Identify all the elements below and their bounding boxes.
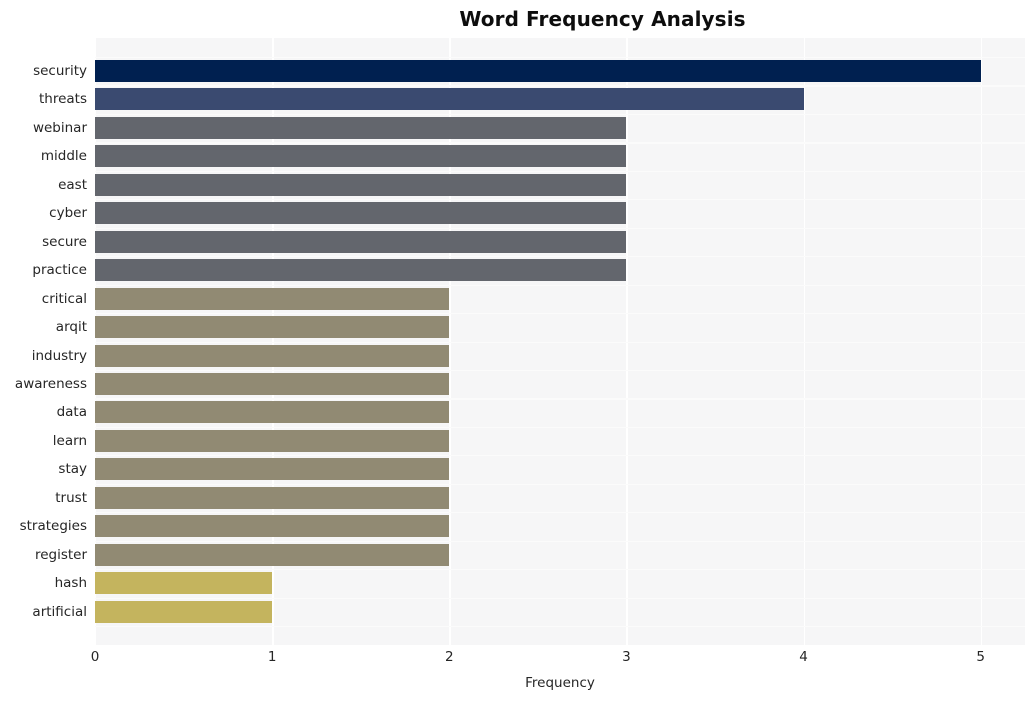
page-title: Word Frequency Analysis bbox=[459, 7, 746, 31]
y-axis-tick-label: industry bbox=[31, 347, 87, 364]
y-axis-tick-label: secure bbox=[42, 233, 87, 250]
bar[interactable] bbox=[95, 572, 273, 595]
y-axis-tick-label: security bbox=[33, 63, 87, 79]
bar[interactable] bbox=[95, 316, 450, 339]
y-axis-tick-label: cyber bbox=[49, 205, 87, 222]
bar[interactable] bbox=[95, 401, 450, 424]
bar[interactable] bbox=[95, 600, 273, 623]
y-axis-tick-label: webinar bbox=[32, 119, 87, 136]
y-axis-tick-label: awareness bbox=[14, 375, 87, 392]
bar[interactable] bbox=[95, 543, 450, 566]
y-axis-tick-label: trust bbox=[55, 489, 87, 506]
bar[interactable] bbox=[95, 259, 627, 282]
x-axis-title: Frequency bbox=[525, 675, 595, 691]
x-axis-tick-label: 0 bbox=[90, 649, 100, 665]
y-axis-tick-label: data bbox=[56, 404, 87, 421]
bar[interactable] bbox=[95, 60, 981, 82]
y-axis-tick-label: east bbox=[58, 176, 87, 193]
y-axis-tick-label: hash bbox=[54, 575, 87, 592]
bar[interactable] bbox=[95, 145, 627, 168]
x-axis-tick-label: 3 bbox=[622, 649, 631, 665]
y-axis-tick-label: critical bbox=[41, 290, 87, 307]
bar[interactable] bbox=[95, 372, 450, 395]
bar[interactable] bbox=[95, 458, 450, 481]
x-axis-tick-label: 4 bbox=[799, 649, 808, 665]
y-axis-tick-label: threats bbox=[38, 91, 87, 108]
bar[interactable] bbox=[95, 116, 627, 139]
bar[interactable] bbox=[95, 88, 804, 111]
bar[interactable] bbox=[95, 173, 627, 196]
bar[interactable] bbox=[95, 486, 450, 509]
y-axis-tick-label: arqit bbox=[55, 319, 87, 336]
y-axis-tick-labels: security threats webinar middle east cyber sec… bbox=[0, 38, 87, 645]
x-axis-tick-label: 1 bbox=[267, 649, 277, 665]
bar[interactable] bbox=[95, 344, 450, 367]
bar[interactable] bbox=[95, 287, 450, 310]
y-axis-tick-label: middle bbox=[40, 148, 87, 165]
bars-layer bbox=[95, 38, 1025, 645]
bar[interactable] bbox=[95, 230, 627, 253]
bar[interactable] bbox=[95, 202, 627, 225]
y-axis-tick-label: strategies bbox=[19, 518, 87, 535]
bar[interactable] bbox=[95, 515, 450, 538]
y-axis-tick-label: learn bbox=[52, 432, 87, 449]
x-axis-tick-labels: 0 1 2 3 4 5 bbox=[91, 648, 1025, 670]
y-axis-tick-label: artificial bbox=[32, 603, 87, 620]
bar[interactable] bbox=[95, 429, 450, 452]
y-axis-tick-label: practice bbox=[32, 262, 87, 279]
y-axis-tick-label: stay bbox=[58, 461, 87, 478]
x-axis-tick-label: 5 bbox=[976, 649, 985, 665]
y-axis-tick-label: register bbox=[34, 546, 87, 563]
x-axis-tick-label: 2 bbox=[444, 649, 454, 665]
